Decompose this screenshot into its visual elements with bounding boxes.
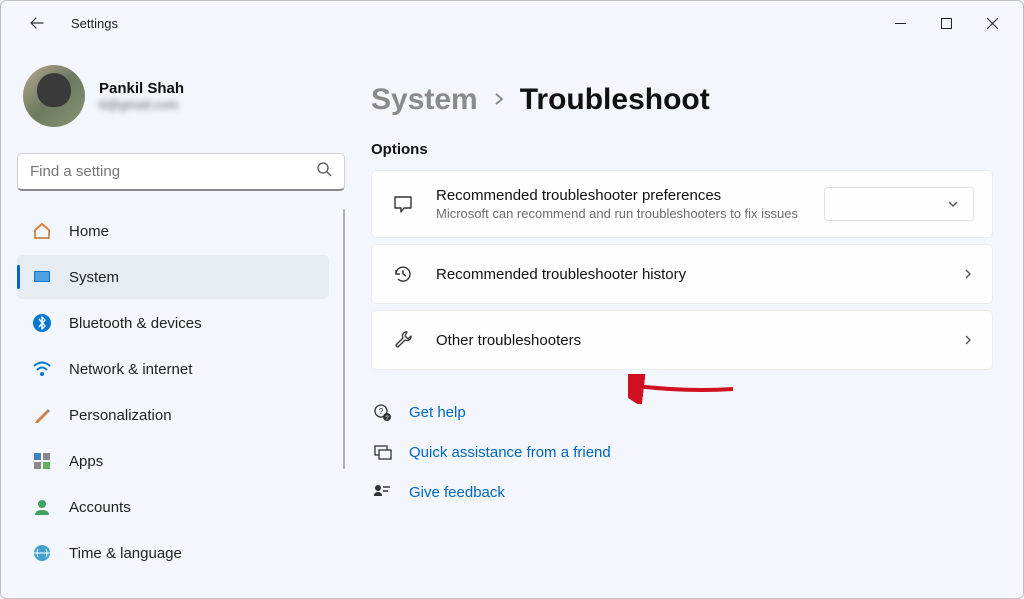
card-preferences[interactable]: Recommended troubleshooter preferences M…	[371, 170, 993, 238]
sidebar-item-label: Personalization	[69, 407, 172, 424]
apps-icon	[31, 450, 53, 472]
window-controls	[877, 7, 1015, 39]
minimize-button[interactable]	[877, 7, 923, 39]
network-icon	[31, 358, 53, 380]
titlebar: Settings	[1, 1, 1023, 45]
card-body: Recommended troubleshooter history	[436, 266, 946, 283]
card-title: Other troubleshooters	[436, 332, 946, 349]
link-label: Quick assistance from a friend	[409, 444, 611, 461]
sidebar-item-bluetooth[interactable]: Bluetooth & devices	[17, 301, 329, 345]
link-label: Get help	[409, 404, 466, 421]
help-icon: ??	[371, 401, 393, 423]
sidebar-item-label: Bluetooth & devices	[69, 315, 202, 332]
svg-text:?: ?	[379, 407, 384, 416]
search-icon	[316, 161, 332, 182]
chevron-right-icon	[492, 89, 506, 112]
main-panel: System Troubleshoot Options Recommended …	[361, 45, 1023, 598]
chevron-right-icon	[962, 334, 974, 346]
personalization-icon	[31, 404, 53, 426]
profile-text: Pankil Shah 6@gmail.com	[99, 80, 184, 112]
card-control	[824, 187, 974, 221]
sidebar-item-apps[interactable]: Apps	[17, 439, 329, 483]
card-body: Other troubleshooters	[436, 332, 946, 349]
close-button[interactable]	[969, 7, 1015, 39]
sidebar-item-system[interactable]: System	[17, 255, 329, 299]
search-box[interactable]	[17, 153, 345, 191]
nav: Home System Bluetooth & devices Network …	[17, 209, 345, 598]
nav-scrollbar[interactable]	[343, 209, 345, 469]
sidebar-item-label: Network & internet	[69, 361, 192, 378]
section-title: Options	[371, 141, 993, 158]
profile-section[interactable]: Pankil Shah 6@gmail.com	[17, 61, 345, 145]
search-input[interactable]	[30, 163, 316, 180]
card-subtitle: Microsoft can recommend and run troubles…	[436, 206, 808, 221]
accounts-icon	[31, 496, 53, 518]
chevron-down-icon	[947, 198, 959, 210]
sidebar-item-network[interactable]: Network & internet	[17, 347, 329, 391]
minimize-icon	[895, 18, 906, 29]
sidebar-item-label: Home	[69, 223, 109, 240]
home-icon	[31, 220, 53, 242]
sidebar: Pankil Shah 6@gmail.com Home System	[1, 45, 361, 598]
preferences-dropdown[interactable]	[824, 187, 974, 221]
avatar	[23, 65, 85, 127]
quick-assist-icon	[371, 441, 393, 463]
profile-name: Pankil Shah	[99, 80, 184, 97]
sidebar-item-accounts[interactable]: Accounts	[17, 485, 329, 529]
content-area: Pankil Shah 6@gmail.com Home System	[1, 45, 1023, 598]
sidebar-item-label: System	[69, 269, 119, 286]
link-feedback[interactable]: Give feedback	[371, 472, 993, 512]
feedback-icon	[371, 481, 393, 503]
maximize-icon	[941, 18, 952, 29]
close-icon	[987, 18, 998, 29]
sidebar-item-label: Time & language	[69, 545, 182, 562]
window-title: Settings	[71, 16, 118, 31]
card-title: Recommended troubleshooter preferences	[436, 187, 808, 204]
card-body: Recommended troubleshooter preferences M…	[436, 187, 808, 221]
help-links: ?? Get help Quick assistance from a frie…	[371, 392, 993, 512]
card-title: Recommended troubleshooter history	[436, 266, 946, 283]
breadcrumb-parent[interactable]: System	[371, 83, 478, 117]
system-icon	[31, 266, 53, 288]
breadcrumb-current: Troubleshoot	[520, 83, 710, 117]
profile-email: 6@gmail.com	[99, 97, 184, 112]
comment-icon	[390, 191, 416, 217]
link-get-help[interactable]: ?? Get help	[371, 392, 993, 432]
breadcrumb: System Troubleshoot	[371, 83, 993, 117]
link-label: Give feedback	[409, 484, 505, 501]
link-quick-assist[interactable]: Quick assistance from a friend	[371, 432, 993, 472]
back-arrow-icon	[29, 15, 45, 31]
bluetooth-icon	[31, 312, 53, 334]
card-history[interactable]: Recommended troubleshooter history	[371, 244, 993, 304]
sidebar-item-time[interactable]: Time & language	[17, 531, 329, 575]
sidebar-item-home[interactable]: Home	[17, 209, 329, 253]
card-other-troubleshooters[interactable]: Other troubleshooters	[371, 310, 993, 370]
maximize-button[interactable]	[923, 7, 969, 39]
back-button[interactable]	[21, 7, 53, 39]
sidebar-item-personalization[interactable]: Personalization	[17, 393, 329, 437]
sidebar-item-label: Accounts	[69, 499, 131, 516]
chevron-right-icon	[962, 268, 974, 280]
wrench-icon	[390, 327, 416, 353]
sidebar-item-label: Apps	[69, 453, 103, 470]
time-icon	[31, 542, 53, 564]
history-icon	[390, 261, 416, 287]
